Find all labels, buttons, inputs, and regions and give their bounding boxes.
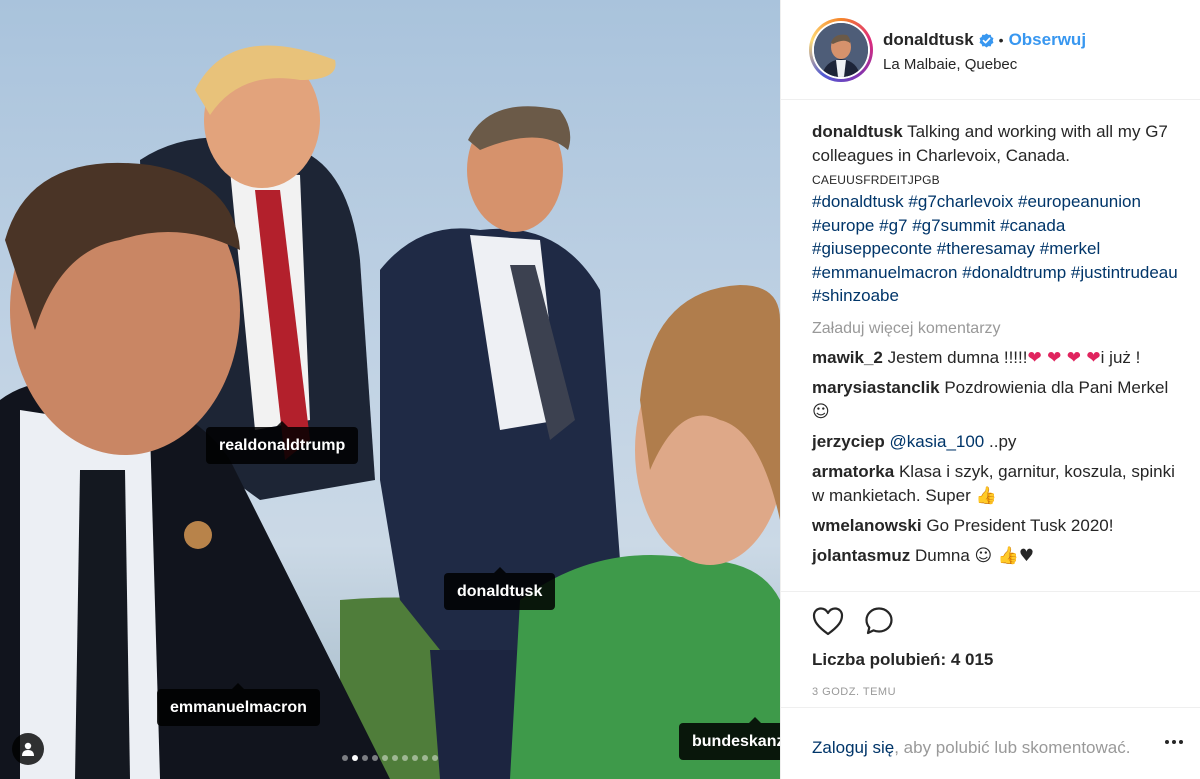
avatar[interactable] — [814, 23, 868, 77]
comment-username[interactable]: jerzyciep — [812, 432, 885, 451]
login-prompt: Zaloguj się, aby polubić lub skomentować… — [781, 707, 1200, 779]
comment-text: Dumna — [914, 545, 970, 565]
comment-text: ..py — [989, 431, 1017, 451]
person-icon — [22, 742, 34, 756]
post-actions: Liczba polubień: 4 015 3 GODZ. TEMU — [781, 591, 1200, 698]
verified-badge-icon — [979, 32, 994, 48]
more-options-icon[interactable] — [1165, 740, 1183, 744]
likes-number: 4 015 — [950, 650, 994, 669]
carousel-dot[interactable] — [382, 755, 388, 761]
caption: donaldtusk Talking and working with all … — [812, 120, 1181, 168]
login-prompt-text: , aby polubić lub skomentować. — [894, 738, 1131, 757]
comment-text: Pozdrowienia dla Pani Merkel — [944, 377, 1169, 397]
user-tag-icon[interactable] — [12, 733, 44, 765]
comment: mawik_2 Jestem dumna !!!!!❤ ❤ ❤ ❤i już ! — [812, 346, 1181, 370]
comment-mention[interactable]: @kasia_100 — [890, 432, 985, 451]
comment-username[interactable]: jolantasmuz — [812, 546, 910, 565]
heart-outline-icon[interactable] — [812, 606, 844, 642]
emoji-icon: ☺ 👍♥ — [974, 545, 1035, 566]
comment: jerzyciep @kasia_100 ..py — [812, 430, 1181, 454]
photo-tag-emmanuelmacron[interactable]: emmanuelmacron — [157, 683, 320, 726]
speech-bubble-icon[interactable] — [864, 606, 894, 642]
comments-list[interactable]: donaldtusk Talking and working with all … — [781, 100, 1200, 591]
carousel-dot[interactable] — [422, 755, 428, 761]
photo-tag-donaldtusk[interactable]: donaldtusk — [444, 567, 556, 610]
comment: marysiastanclik Pozdrowienia dla Pani Me… — [812, 376, 1181, 424]
carousel-indicator — [0, 755, 780, 761]
post-header: donaldtusk • Obserwuj La Malbaie, Quebec — [781, 0, 1200, 100]
comment-username[interactable]: mawik_2 — [812, 348, 883, 367]
instagram-post: realdonaldtrump donaldtusk emmanuelmacro… — [0, 0, 1200, 779]
heart-emoji-icon: ❤ ❤ ❤ ❤ — [1027, 347, 1101, 368]
comment: armatorka Klasa i szyk, garnitur, koszul… — [812, 460, 1181, 508]
carousel-dot[interactable] — [412, 755, 418, 761]
comment-text-tail: i już ! — [1100, 347, 1141, 367]
avatar-image — [814, 23, 868, 77]
carousel-dot[interactable] — [392, 755, 398, 761]
carousel-dot[interactable] — [402, 755, 408, 761]
comment-text: Go President Tusk 2020! — [926, 515, 1114, 535]
follow-button[interactable]: Obserwuj — [1009, 30, 1086, 50]
post-timestamp[interactable]: 3 GODZ. TEMU — [781, 670, 1200, 698]
carousel-dot[interactable] — [432, 755, 438, 761]
likes-count[interactable]: Liczba polubień: 4 015 — [781, 642, 1200, 670]
header-username[interactable]: donaldtusk — [883, 30, 974, 50]
thumbs-up-emoji-icon: 👍 — [975, 485, 997, 506]
caption-hashtags[interactable]: #donaldtusk #g7charlevoix #europeanunion… — [812, 190, 1181, 308]
comment-username[interactable]: marysiastanclik — [812, 378, 940, 397]
comment-text: Jestem dumna !!!!! — [887, 347, 1028, 367]
smile-emoji-icon: ☺ — [812, 401, 830, 422]
post-sidebar: donaldtusk • Obserwuj La Malbaie, Quebec… — [780, 0, 1200, 779]
carousel-dot[interactable] — [342, 755, 348, 761]
comment: wmelanowski Go President Tusk 2020! — [812, 514, 1181, 538]
likes-label: Liczba polubień: — [812, 650, 947, 669]
login-link[interactable]: Zaloguj się — [812, 738, 894, 757]
comment-username[interactable]: armatorka — [812, 462, 894, 481]
story-ring[interactable] — [809, 18, 873, 82]
caption-username[interactable]: donaldtusk — [812, 122, 903, 141]
carousel-dot[interactable] — [372, 755, 378, 761]
photo-scene — [0, 45, 780, 779]
load-more-comments-button[interactable]: Załaduj więcej komentarzy — [812, 320, 1181, 338]
caption-flags: CAEUUSFRDEITJPGB — [812, 173, 940, 187]
photo-tag-realdonaldtrump[interactable]: realdonaldtrump — [206, 421, 359, 464]
separator-bullet: • — [998, 32, 1004, 48]
comment: jolantasmuz Dumna ☺ 👍♥ — [812, 544, 1181, 568]
post-photo[interactable]: realdonaldtrump donaldtusk emmanuelmacro… — [0, 0, 780, 779]
location-link[interactable]: La Malbaie, Quebec — [883, 56, 1086, 73]
carousel-dot[interactable] — [352, 755, 358, 761]
carousel-dot[interactable] — [362, 755, 368, 761]
comment-username[interactable]: wmelanowski — [812, 516, 922, 535]
